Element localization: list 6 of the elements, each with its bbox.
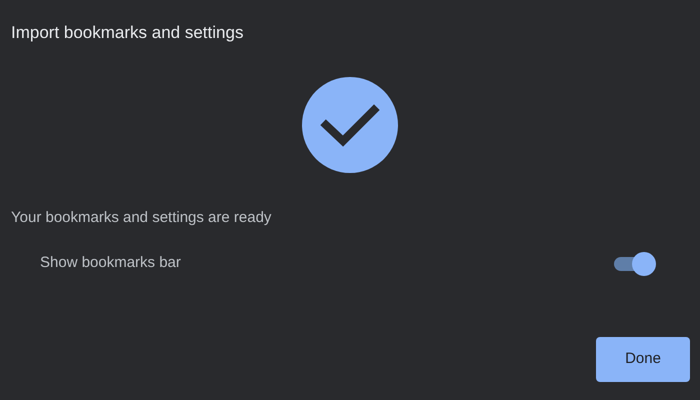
status-message: Your bookmarks and settings are ready: [11, 208, 272, 228]
dialog-title: Import bookmarks and settings: [11, 22, 244, 44]
checkmark-icon: [302, 77, 398, 173]
toggle-switch[interactable]: [612, 252, 656, 276]
done-button[interactable]: Done: [596, 337, 690, 382]
option-label: Show bookmarks bar: [40, 253, 181, 274]
